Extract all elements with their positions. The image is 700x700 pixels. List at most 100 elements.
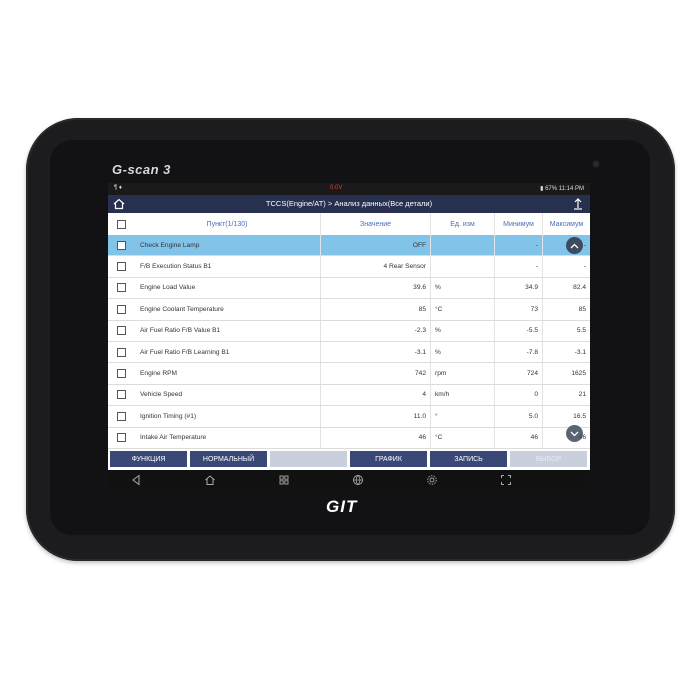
table-row[interactable]: Air Fuel Ratio F/B Value B1 -2.3 % -5.5 … — [108, 320, 590, 342]
brand-label: G-scan 3 — [112, 162, 171, 177]
row-checkbox[interactable] — [116, 304, 126, 314]
row-item-name: Engine Load Value — [140, 284, 196, 292]
front-camera — [592, 160, 600, 168]
header-item[interactable]: Пункт(1/130) — [134, 213, 320, 235]
row-min: -5.5 — [494, 320, 542, 341]
row-unit: % — [430, 341, 494, 363]
status-left-icons: ¶ ♦ — [114, 185, 122, 191]
row-checkbox[interactable] — [116, 411, 126, 421]
row-unit: km/h — [430, 384, 494, 406]
row-item-name: Air Fuel Ratio F/B Value B1 — [140, 327, 221, 335]
row-unit — [430, 256, 494, 277]
table-row[interactable]: Engine RPM 742 rpm 724 1625 — [108, 363, 590, 385]
row-value: OFF — [320, 235, 430, 256]
row-item-name: Vehicle Speed — [140, 391, 183, 399]
row-unit: rpm — [430, 363, 494, 384]
row-checkbox[interactable] — [116, 283, 126, 293]
row-checkbox[interactable] — [116, 369, 126, 379]
chevron-down-icon — [570, 431, 579, 436]
row-unit: % — [430, 320, 494, 341]
row-value: 11.0 — [320, 406, 430, 427]
row-value: -2.3 — [320, 320, 430, 341]
globe-icon[interactable] — [352, 474, 364, 486]
row-min: 5.0 — [494, 406, 542, 427]
row-min: 0 — [494, 384, 542, 406]
row-min: 724 — [494, 363, 542, 384]
row-max: 82.4 — [542, 277, 590, 299]
graph-button[interactable]: ГРАФИК — [350, 451, 427, 467]
table-row[interactable]: Air Fuel Ratio F/B Learning B1 -3.1 % -7… — [108, 341, 590, 364]
home-nav-icon[interactable] — [204, 474, 216, 486]
select-all-checkbox-cell[interactable] — [108, 213, 134, 235]
exit-icon[interactable] — [572, 197, 584, 211]
table-row[interactable]: Ignition Timing (#1) 11.0 ° 5.0 16.5 — [108, 406, 590, 428]
function-button-bar: ФУНКЦИЯ НОРМАЛЬНЫЙ ГРАФИК ЗАПИСЬ ВЫБОР — [108, 449, 590, 469]
select-all-checkbox[interactable] — [116, 219, 126, 229]
title-bar: TCCS(Engine/AT) > Анализ данных(Все дета… — [108, 195, 590, 213]
record-button[interactable]: ЗАПИСЬ — [430, 451, 507, 467]
row-value: 46 — [320, 427, 430, 448]
row-min: -7.8 — [494, 341, 542, 363]
table-row[interactable]: Vehicle Speed 4 km/h 0 21 — [108, 384, 590, 407]
select-button[interactable]: ВЫБОР — [510, 451, 587, 467]
page-title: TCCS(Engine/AT) > Анализ данных(Все дета… — [265, 199, 433, 208]
row-max: -3.1 — [542, 341, 590, 363]
row-value: 4 — [320, 384, 430, 406]
settings-gear-icon[interactable] — [426, 474, 438, 486]
row-max: 1625 — [542, 363, 590, 384]
row-item-name: Engine Coolant Temperature — [140, 305, 224, 313]
table-row[interactable]: Check Engine Lamp OFF - - — [108, 235, 590, 257]
manufacturer-logo: GIT — [326, 497, 358, 516]
row-min: 34.9 — [494, 277, 542, 299]
battery-voltage-indicator: 0.0V — [330, 185, 343, 191]
row-unit: ° — [430, 406, 494, 427]
header-value: Значение — [320, 213, 430, 235]
row-unit: °C — [430, 427, 494, 448]
row-item-name: Air Fuel Ratio F/B Learning B1 — [140, 348, 230, 356]
table-row[interactable]: Engine Load Value 39.6 % 34.9 82.4 — [108, 277, 590, 300]
row-value: 39.6 — [320, 277, 430, 299]
table-row[interactable]: Intake Air Temperature 46 °C 46 46 — [108, 427, 590, 449]
row-max: 21 — [542, 384, 590, 406]
row-unit: °C — [430, 299, 494, 320]
row-checkbox[interactable] — [116, 433, 126, 443]
row-value: 742 — [320, 363, 430, 384]
android-status-bar: ¶ ♦ 0.0V ▮ 67% 11:14 PM — [108, 183, 590, 195]
table-row[interactable]: Engine Coolant Temperature 85 °C 73 85 — [108, 299, 590, 321]
chevron-up-icon — [570, 243, 579, 248]
row-min: 46 — [494, 427, 542, 448]
android-navigation-bar — [108, 470, 590, 490]
row-min: - — [494, 256, 542, 277]
row-checkbox[interactable] — [116, 262, 126, 272]
row-max: 16.5 — [542, 406, 590, 427]
row-min: - — [494, 235, 542, 256]
scroll-down-button[interactable] — [566, 425, 583, 442]
scroll-up-button[interactable] — [566, 237, 583, 254]
blank-button[interactable] — [270, 451, 347, 467]
row-unit — [430, 235, 494, 256]
apps-grid-icon[interactable] — [278, 474, 290, 486]
row-max: 85 — [542, 299, 590, 320]
row-min: 73 — [494, 299, 542, 320]
row-checkbox[interactable] — [116, 390, 126, 400]
back-icon[interactable] — [130, 474, 142, 486]
row-checkbox[interactable] — [116, 326, 126, 336]
row-item-name: Intake Air Temperature — [140, 434, 207, 442]
row-item-name: Ignition Timing (#1) — [140, 412, 197, 420]
header-max: Максимум — [542, 213, 590, 235]
normal-view-button[interactable]: НОРМАЛЬНЫЙ — [190, 451, 267, 467]
row-item-name: Engine RPM — [140, 370, 178, 378]
row-max: - — [542, 256, 590, 277]
header-unit: Ед. изм — [430, 213, 494, 235]
function-button[interactable]: ФУНКЦИЯ — [110, 451, 187, 467]
table-row[interactable]: F/B Execution Status B1 4 Rear Sensor - … — [108, 256, 590, 278]
row-value: -3.1 — [320, 341, 430, 363]
row-checkbox[interactable] — [116, 347, 126, 357]
device-screen: ¶ ♦ 0.0V ▮ 67% 11:14 PM TCCS(Engine/AT) … — [108, 183, 590, 490]
row-value: 85 — [320, 299, 430, 320]
data-table-body: Check Engine Lamp OFF - - F/B Execution … — [108, 235, 590, 449]
screenshot-icon[interactable] — [500, 474, 512, 486]
header-min: Минимум — [494, 213, 542, 235]
row-checkbox[interactable] — [116, 240, 126, 250]
row-item-name: F/B Execution Status B1 — [140, 263, 212, 271]
